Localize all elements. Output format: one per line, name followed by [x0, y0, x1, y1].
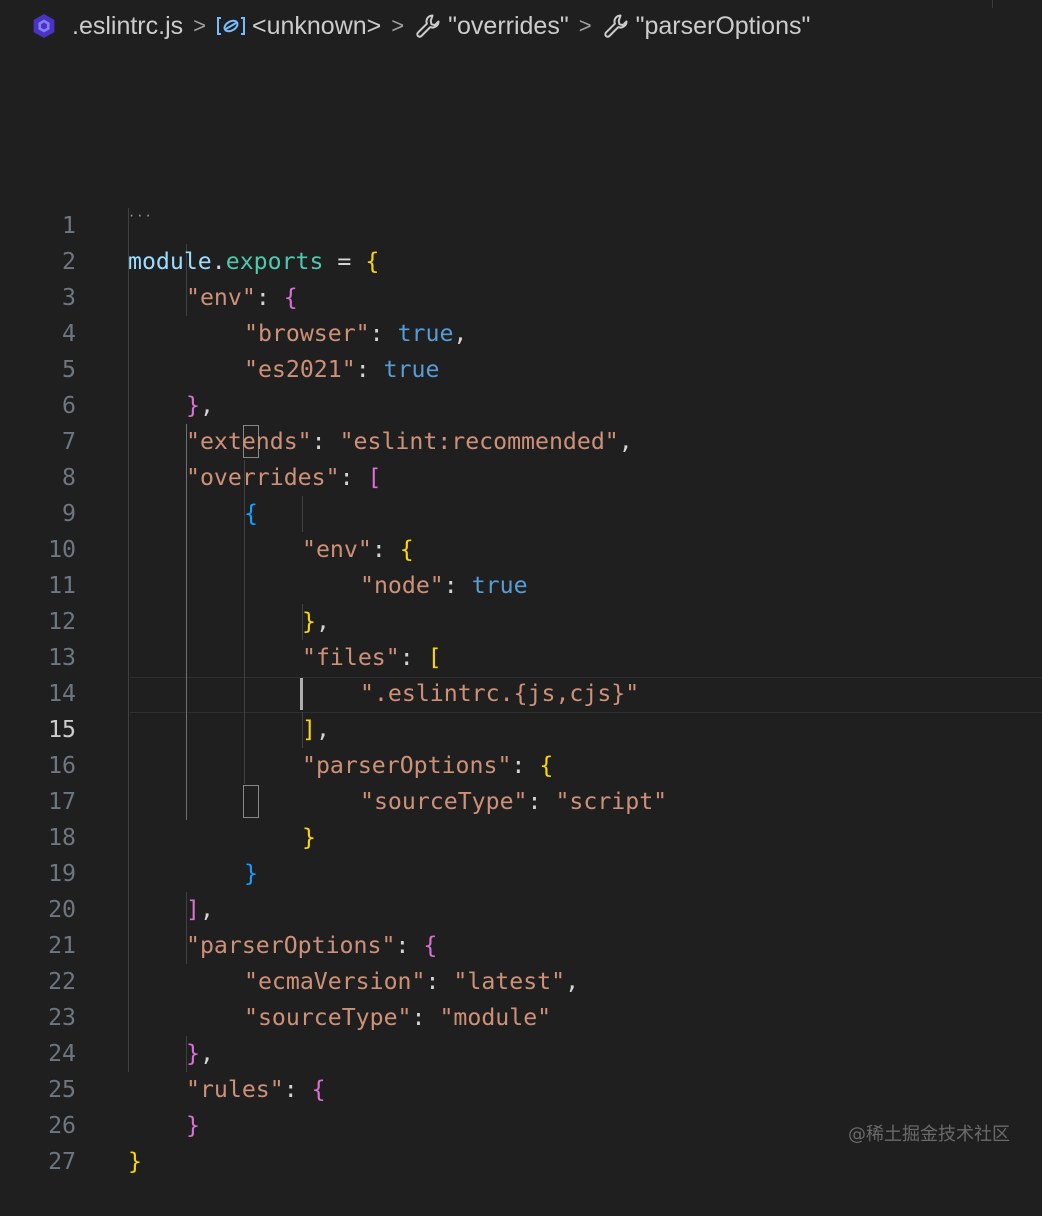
breadcrumb-file[interactable]: .eslintrc.js [30, 12, 183, 41]
breadcrumb-segment-label: "parserOptions" [635, 11, 811, 40]
chevron-right-icon: > [578, 13, 592, 38]
line-number: 27 [48, 1148, 76, 1175]
code-line: 8 { [0, 424, 1042, 527]
code-line-active: 15 "parserOptions": { [0, 676, 1042, 779]
breadcrumb-segment[interactable]: "overrides" [414, 12, 569, 41]
code-line: 26 } [0, 1072, 1042, 1175]
code-line: 4 "es2021": true [0, 280, 1042, 383]
code-line: 11 }, [0, 532, 1042, 635]
code-line: 23 }, [0, 964, 1042, 1067]
breadcrumb-file-label: .eslintrc.js [72, 11, 184, 40]
breadcrumb-segment[interactable]: "parserOptions" [602, 11, 811, 41]
chevron-right-icon: > [193, 13, 206, 38]
divider [992, 0, 993, 8]
wrench-icon [602, 12, 630, 40]
code-line: 18 } [0, 784, 1042, 887]
wrench-icon [414, 12, 442, 40]
code-line: 7 "overrides": [ [0, 388, 1042, 491]
object-icon [216, 14, 246, 38]
code-line: 25 } [0, 1036, 1042, 1139]
code-line: 6 "extends": "eslint:recommended", [0, 352, 1042, 455]
code-line: 24 "rules": { [0, 1000, 1042, 1103]
chevron-right-icon: > [391, 13, 405, 38]
code-line: 20 "parserOptions": { [0, 856, 1042, 959]
breadcrumb-segment-label: "overrides" [448, 11, 569, 40]
code-line: 5 }, [0, 316, 1042, 419]
code-line: 22 "sourceType": "module" [0, 928, 1042, 1031]
code-line: 12 "files": [ [0, 568, 1042, 671]
breadcrumb-segment[interactable]: <unknown> [216, 12, 381, 41]
code-line: 2 "env": { [0, 208, 1042, 311]
breadcrumb-segment-label: <unknown> [252, 11, 382, 40]
eslint-file-icon [30, 12, 58, 40]
code-line: 16 "sourceType": "script" [0, 712, 1042, 815]
code-line: 21 "ecmaVersion": "latest", [0, 892, 1042, 995]
code-line: 17 } [0, 748, 1042, 851]
code-line: 13 ".eslintrc.{js,cjs}" [0, 604, 1042, 707]
code-line: 9 "env": { [0, 460, 1042, 563]
code-line: 10 "node": true [0, 496, 1042, 599]
code-line: 19 ], [0, 820, 1042, 923]
code-line: 14 ], [0, 640, 1042, 743]
watermark: @稀土掘金技术社区 [848, 1124, 1010, 1145]
breadcrumb: .eslintrc.js > <unknown> > "overrides" > [0, 0, 1042, 52]
code-line: 1 module.exports = { ··· [0, 172, 1042, 275]
code-line: 3 "browser": true, [0, 244, 1042, 347]
code-editor[interactable]: 1 module.exports = { ··· 2 "env": { 3 "b… [0, 172, 1042, 1175]
